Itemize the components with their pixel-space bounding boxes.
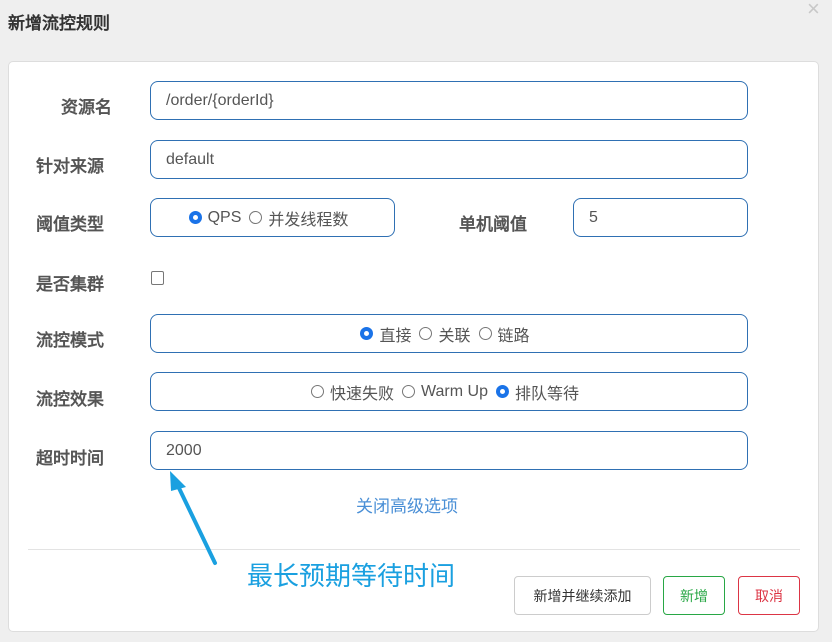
annotation-arrow-icon xyxy=(170,471,217,565)
add-button[interactable]: 新增 xyxy=(663,576,725,615)
annotation-text: 最长预期等待时间 xyxy=(247,561,456,591)
add-and-continue-button[interactable]: 新增并继续添加 xyxy=(514,576,651,615)
cancel-button[interactable]: 取消 xyxy=(738,576,800,615)
